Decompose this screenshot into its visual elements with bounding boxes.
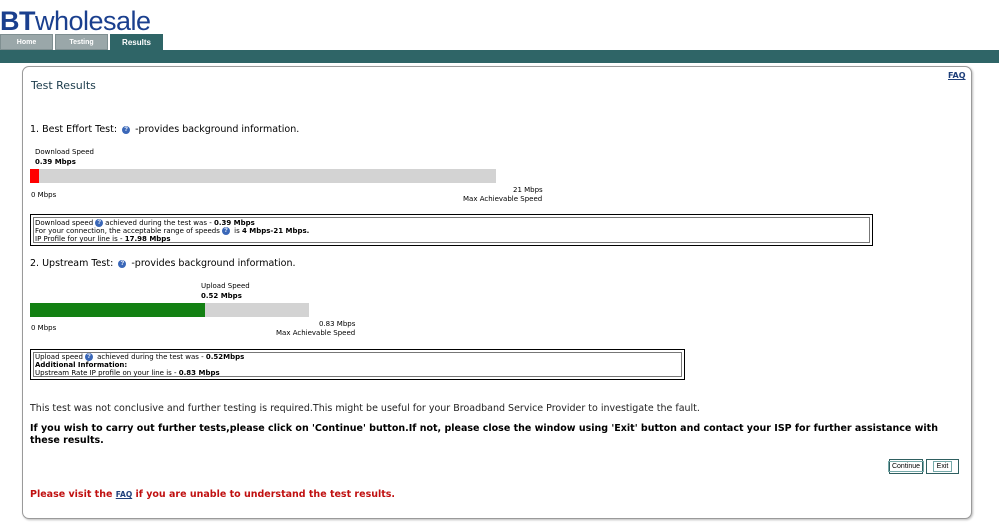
upload-info-l3-value: 0.83 Mbps xyxy=(178,369,220,377)
help-icon[interactable]: ? xyxy=(118,259,127,268)
bt-wholesale-logo: BTwholesale xyxy=(0,6,151,36)
help-icon[interactable]: ? xyxy=(84,353,93,361)
help-icon[interactable]: ? xyxy=(95,219,104,227)
tab-home[interactable]: Home xyxy=(0,34,53,50)
help-icon[interactable]: ? xyxy=(122,125,131,134)
download-info-l2b: is xyxy=(231,227,242,235)
download-info-l1b: achieved during the test was - xyxy=(105,219,214,227)
visit-prefix: Please visit the xyxy=(30,489,116,500)
upload-info-l1a: Upload speed xyxy=(35,353,83,361)
continue-button-label: Continue xyxy=(887,461,925,472)
upload-min-label: 0 Mbps xyxy=(31,324,57,332)
upload-max-caption: Max Achievable Speed xyxy=(276,329,356,337)
upload-info-l3a: Upstream Rate IP profile on your line is… xyxy=(35,369,179,377)
upload-speed-caption: Upload Speed xyxy=(201,282,250,290)
upload-info-l1b: achieved during the test was - xyxy=(94,353,206,361)
logo-wholesale: wholesale xyxy=(35,6,151,36)
download-info-l2-value: 4 Mbps-21 Mbps. xyxy=(241,227,310,235)
download-max-caption: Max Achievable Speed xyxy=(463,195,543,203)
download-info-l2a: For your connection, the acceptable rang… xyxy=(35,227,220,235)
download-max-label: 21 Mbps xyxy=(513,186,543,194)
logo-bt: BT xyxy=(0,6,36,36)
page-title: Test Results xyxy=(31,79,96,92)
download-info-l1-value: 0.39 Mbps xyxy=(213,219,255,227)
upload-speed-value: 0.52 Mbps xyxy=(201,292,242,300)
download-info-box: Download speed? achieved during the test … xyxy=(30,214,873,246)
best-effort-heading-suffix: -provides background information. xyxy=(135,124,300,135)
download-speed-track xyxy=(30,169,496,183)
upstream-heading-suffix: -provides background information. xyxy=(131,258,296,269)
faq-link-bottom[interactable]: FAQ xyxy=(116,490,132,499)
download-speed-value: 0.39 Mbps xyxy=(35,158,76,166)
visit-suffix: if you are unable to understand the test… xyxy=(132,489,396,500)
download-info-l1a: Download speed xyxy=(35,219,94,227)
upstream-heading: 2. Upstream Test: ? -provides background… xyxy=(30,258,296,269)
inconclusive-message: This test was not conclusive and further… xyxy=(30,403,700,414)
exit-button[interactable]: Exit xyxy=(926,459,959,474)
upload-info-line-2: Additional Information: xyxy=(35,361,128,369)
continue-instructions: If you wish to carry out further tests,p… xyxy=(30,423,938,446)
download-speed-fill xyxy=(30,169,39,183)
best-effort-heading: 1. Best Effort Test: ? -provides backgro… xyxy=(30,124,299,135)
upload-max-label: 0.83 Mbps xyxy=(319,320,356,328)
faq-visit-message: Please visit the FAQ if you are unable t… xyxy=(30,489,395,500)
help-icon[interactable]: ? xyxy=(221,227,230,235)
upload-info-box: Upload speed? achieved during the test w… xyxy=(30,349,685,380)
best-effort-heading-prefix: 1. Best Effort Test: xyxy=(30,124,118,135)
tab-results[interactable]: Results xyxy=(110,34,163,51)
upstream-heading-prefix: 2. Upstream Test: xyxy=(30,258,114,269)
download-info-line-2: For your connection, the acceptable rang… xyxy=(35,227,309,235)
download-info-line-1: Download speed? achieved during the test … xyxy=(35,219,255,227)
download-info-l3a: IP Profile for your line is - xyxy=(35,235,125,243)
tab-testing[interactable]: Testing xyxy=(55,34,108,50)
upload-speed-track xyxy=(30,303,309,317)
upload-info-l1-value: 0.52Mbps xyxy=(205,353,245,361)
upload-info-line-1: Upload speed? achieved during the test w… xyxy=(35,353,244,361)
continue-button[interactable]: Continue xyxy=(887,459,925,474)
faq-link-top[interactable]: FAQ xyxy=(948,71,966,80)
download-info-line-3: IP Profile for your line is - 17.98 Mbps xyxy=(35,235,170,243)
header-bar xyxy=(0,50,999,63)
exit-button-label: Exit xyxy=(932,461,953,472)
download-info-l3-value: 17.98 Mbps xyxy=(124,235,171,243)
upload-speed-fill xyxy=(30,303,205,317)
upload-info-line-3: Upstream Rate IP profile on your line is… xyxy=(35,369,220,377)
download-speed-caption: Download Speed xyxy=(35,148,94,156)
download-min-label: 0 Mbps xyxy=(31,191,57,199)
